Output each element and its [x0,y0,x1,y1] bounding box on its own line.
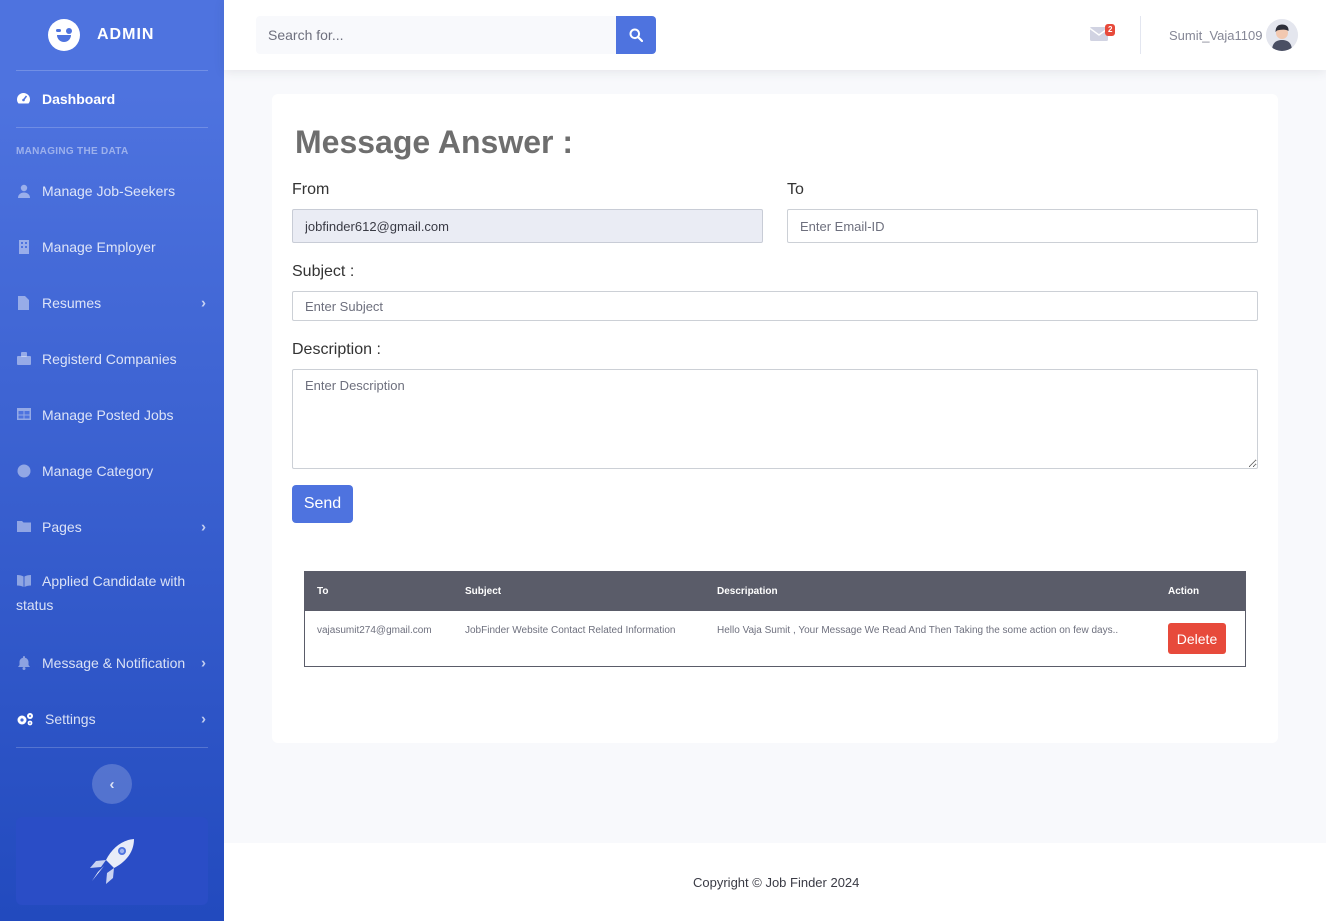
chevron-left-icon: ‹ [109,775,115,793]
messages-table: To Subject Descripation Action vajasumit… [304,571,1246,667]
table-icon [16,408,31,422]
column-header-description: Descripation [717,586,778,597]
sidebar-item-resumes[interactable]: Resumes › [0,275,224,331]
table-row: vajasumit274@gmail.com JobFinder Website… [305,611,1245,666]
column-header-to: To [317,586,329,597]
subject-label: Subject : [292,263,355,280]
sidebar-item-label: Registerd Companies [42,351,177,367]
sidebar-item-applied-candidates[interactable]: Applied Candidate with status [0,555,224,635]
description-label: Description : [292,341,381,358]
brand-title: ADMIN [97,26,155,43]
sidebar-item-label: Manage Posted Jobs [42,407,174,423]
to-email-field[interactable] [787,209,1258,243]
user-icon [16,184,31,198]
tachometer-icon [16,92,31,106]
brand[interactable]: ADMIN [0,0,224,70]
from-label: From [292,181,330,198]
chevron-right-icon: › [201,294,206,312]
sidebar-item-posted-jobs[interactable]: Manage Posted Jobs [0,387,224,443]
sidebar-item-label: Settings [45,711,96,727]
footer: Copyright © Job Finder 2024 [224,843,1326,921]
circle-icon [16,464,31,478]
briefcase-icon [16,352,31,366]
send-button[interactable]: Send [292,485,353,523]
laugh-wink-icon [48,19,80,51]
sidebar-item-label: Manage Category [42,463,154,479]
user-name[interactable]: Sumit_Vaja1109 [1169,28,1262,43]
bell-icon [16,656,31,670]
building-icon [16,240,31,254]
cogs-icon [16,712,34,726]
sidebar-item-label: Message & Notification [42,655,186,671]
file-icon [16,296,31,310]
topbar-divider [1140,16,1141,54]
subject-field[interactable] [292,291,1258,321]
copyright-text: Copyright © Job Finder 2024 [693,875,860,890]
message-answer-card: Message Answer : From To Subject : Descr… [272,94,1278,743]
sidebar-item-settings[interactable]: Settings › [0,691,224,747]
cell-to: vajasumit274@gmail.com [317,625,432,636]
cell-subject: JobFinder Website Contact Related Inform… [465,625,676,636]
sidebar-heading: MANAGING THE DATA [16,146,129,157]
topbar: 2 Sumit_Vaja1109 [224,0,1326,70]
message-count-badge: 2 [1105,24,1116,36]
column-header-action: Action [1168,586,1200,597]
delete-button[interactable]: Delete [1168,623,1226,654]
table-header-row: To Subject Descripation Action [305,572,1245,611]
sidebar-item-label: Dashboard [42,91,116,107]
page-title: Message Answer : [295,124,574,160]
avatar[interactable] [1266,19,1298,51]
column-header-subject: Subject [465,586,502,597]
sidebar-divider [16,747,208,748]
sidebar-toggle-button[interactable]: ‹ [92,764,132,804]
to-label: To [787,181,804,198]
cell-description: Hello Vaja Sumit , Your Message We Read … [717,625,1119,636]
search-button[interactable] [616,16,656,54]
sidebar-promo-card [16,817,208,905]
folder-icon [16,520,31,534]
sidebar-item-dashboard[interactable]: Dashboard [0,71,224,127]
book-icon [16,575,31,589]
sidebar-item-employer[interactable]: Manage Employer [0,219,224,275]
sidebar-item-label: Pages [42,519,82,535]
search-bar [256,16,656,54]
sidebar-item-job-seekers[interactable]: Manage Job-Seekers [0,163,224,219]
sidebar-item-label: Manage Employer [42,239,156,255]
sidebar-item-messages[interactable]: Message & Notification › [0,635,224,691]
sidebar-item-label: Applied Candidate with status [16,573,186,613]
chevron-right-icon: › [201,518,206,536]
sidebar-item-label: Manage Job-Seekers [42,183,176,199]
chevron-right-icon: › [201,654,206,672]
sidebar: ADMIN Dashboard MANAGING THE DATA Manage… [0,0,224,921]
sidebar-item-companies[interactable]: Registerd Companies [0,331,224,387]
sidebar-item-category[interactable]: Manage Category [0,443,224,499]
chevron-right-icon: › [201,710,206,728]
search-icon [629,28,643,42]
from-field[interactable] [292,209,763,243]
sidebar-item-pages[interactable]: Pages › [0,499,224,555]
description-field[interactable] [292,369,1258,469]
sidebar-item-label: Resumes [42,295,102,311]
search-input[interactable] [256,16,616,54]
rocket-icon [90,839,134,884]
cell-action: Delete [1156,611,1245,666]
